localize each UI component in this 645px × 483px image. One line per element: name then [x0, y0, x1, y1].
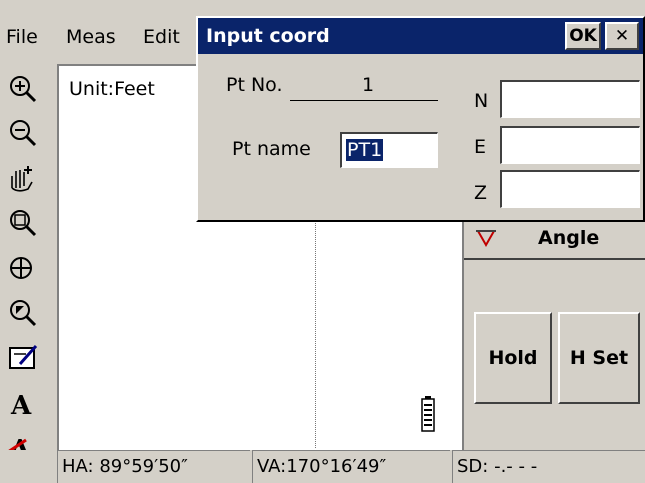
pt-name-input[interactable]: PT1	[340, 132, 438, 168]
pan-hand-icon[interactable]	[6, 162, 40, 196]
e-label: E	[474, 136, 487, 158]
crosshair-line	[315, 216, 316, 448]
pt-no-value: 1	[362, 74, 375, 96]
zoom-out-icon[interactable]	[6, 116, 40, 150]
pt-name-label: Pt name	[232, 138, 311, 160]
close-icon[interactable]: ✕	[605, 22, 639, 50]
status-ha: HA: 89°59′50″	[57, 450, 250, 483]
status-sd: SD: -.- - -	[452, 450, 645, 483]
zoom-window-icon[interactable]	[6, 206, 40, 240]
angle-button[interactable]: Angle	[464, 216, 645, 260]
menu-meas[interactable]: Meas	[66, 26, 116, 48]
menu-edit[interactable]: Edit	[143, 26, 180, 48]
h-set-button[interactable]: H Set	[558, 312, 640, 404]
zoom-previous-icon[interactable]	[6, 296, 40, 330]
status-bar: HA: 89°59′50″ VA:170°16′49″ SD: -.- - -	[0, 450, 645, 483]
z-label: Z	[474, 182, 488, 204]
status-va: VA:170°16′49″	[252, 450, 450, 483]
z-input[interactable]	[500, 170, 640, 208]
angle-label: Angle	[538, 227, 600, 249]
battery-icon	[421, 396, 435, 432]
dialog-title: Input coord	[206, 25, 330, 47]
menu-file[interactable]: File	[6, 26, 38, 48]
zoom-extents-icon[interactable]	[6, 252, 40, 286]
n-label: N	[474, 90, 489, 112]
pt-no-underline	[290, 100, 438, 101]
edit-layer-icon[interactable]	[6, 340, 40, 374]
zoom-in-icon[interactable]	[6, 72, 40, 106]
input-coord-dialog: Input coord OK ✕ Pt No. 1 Pt name PT1 N …	[196, 16, 645, 222]
left-toolbar: A A	[0, 64, 57, 483]
text-icon[interactable]: A	[6, 386, 40, 420]
angle-marker-icon	[476, 227, 496, 252]
unit-label: Unit:Feet	[69, 78, 155, 100]
ok-button[interactable]: OK	[565, 22, 601, 50]
pt-no-label: Pt No.	[226, 74, 283, 96]
hold-button[interactable]: Hold	[474, 312, 552, 404]
e-input[interactable]	[500, 126, 640, 164]
n-input[interactable]	[500, 80, 640, 118]
dialog-titlebar: Input coord OK ✕	[198, 18, 643, 54]
pt-name-value: PT1	[346, 139, 384, 161]
svg-text:A: A	[10, 391, 32, 420]
